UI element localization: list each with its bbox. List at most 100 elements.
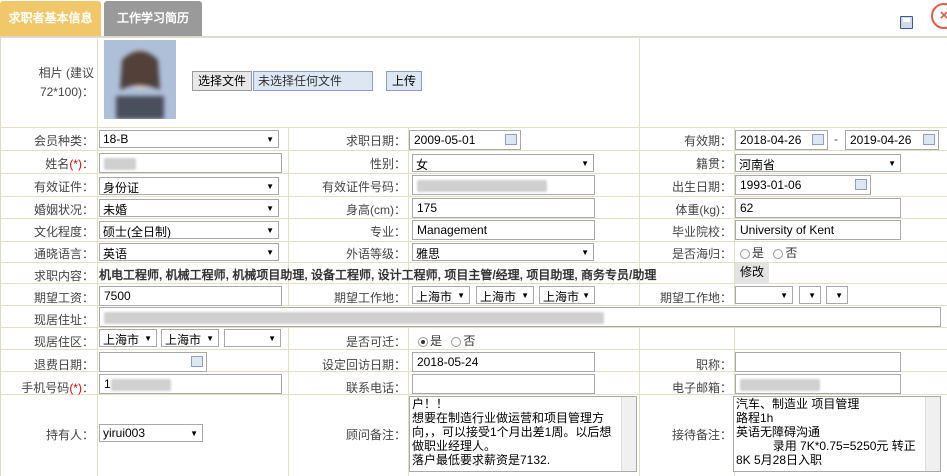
district-area-select[interactable]: ▼ — [224, 329, 281, 347]
tab-bar: 求职者基本信息 工作学习简历 × — [0, 0, 947, 37]
holder-select[interactable]: yirui003 ▼ — [99, 424, 203, 442]
relocate-radios: 是 否 — [418, 332, 475, 349]
weight-input[interactable]: 62 — [735, 198, 901, 218]
close-icon[interactable]: × — [931, 3, 947, 29]
calendar-icon[interactable] — [855, 179, 867, 190]
major-input[interactable]: Management — [412, 220, 595, 240]
consultant-notes-textarea[interactable]: 户！！ 想要在制造行业做运营和项目管理方向，，可以接受1个月出差1周。以后想做职… — [409, 396, 637, 472]
id-number-label: 有效证件号码： — [321, 180, 406, 194]
language-select[interactable]: 英语 ▼ — [99, 243, 279, 261]
tab-resume[interactable]: 工作学习简历 — [104, 1, 202, 36]
mobile-label: 手机号码(*)： — [21, 381, 94, 395]
member-type-label: 会员种类： — [33, 134, 94, 148]
refund-date-input[interactable] — [99, 352, 207, 372]
workplace2-district-select[interactable]: ▼ — [826, 286, 848, 304]
upload-button[interactable]: 上传 — [386, 71, 422, 91]
email-input[interactable] — [735, 374, 901, 394]
job-content-text: 机电工程师, 机械工程师, 机械项目助理, 设备工程师, 设计工程师, 项目主管… — [99, 268, 657, 282]
edit-job-content-button[interactable]: 修改 — [735, 263, 769, 284]
education-select[interactable]: 硕士(全日制) ▼ — [99, 221, 279, 239]
workplace-district-select[interactable]: 上海市 ▼ — [539, 286, 595, 304]
member-type-select[interactable]: 18-B ▼ — [99, 130, 279, 148]
phone-label: 联系电话： — [345, 381, 406, 395]
job-date-label: 求职日期： — [345, 134, 406, 148]
choose-file-button[interactable]: 选择文件 — [192, 71, 252, 91]
workplace2-label: 期望工作地： — [659, 291, 732, 305]
overseas-no-radio[interactable] — [773, 248, 784, 259]
overseas-label: 是否海归： — [671, 247, 732, 261]
calendar-icon[interactable] — [505, 134, 517, 145]
visit-date-label: 设定回访日期： — [321, 358, 406, 372]
photo-label: 相片 (建议 72*100)： — [38, 66, 94, 99]
id-number-input[interactable] — [412, 175, 595, 195]
id-type-select[interactable]: 身份证 ▼ — [99, 177, 279, 195]
gender-select[interactable]: 女 ▼ — [412, 154, 594, 172]
id-type-label: 有效证件： — [33, 180, 94, 194]
salary-input[interactable]: 7500 — [99, 286, 282, 306]
chevron-down-icon: ▼ — [808, 291, 816, 300]
address-input[interactable] — [99, 307, 941, 327]
job-date-input[interactable]: 2009-05-01 — [409, 130, 521, 150]
reception-notes-textarea[interactable]: 汽车、制造业 项目管理 路程1h 英语无障碍沟通 录用 7K*0.75=5250… — [733, 396, 941, 472]
birth-date-input[interactable]: 1993-01-06 — [735, 175, 871, 195]
validity-label: 有效期： — [683, 134, 732, 148]
chevron-down-icon: ▼ — [190, 429, 198, 438]
marital-select[interactable]: 未婚 ▼ — [99, 199, 279, 217]
foreign-level-select[interactable]: 雅思 ▼ — [412, 243, 594, 261]
email-label: 电子邮箱： — [671, 381, 732, 395]
chevron-down-icon: ▼ — [144, 334, 152, 343]
chevron-down-icon: ▼ — [582, 291, 590, 300]
relocate-yes-radio[interactable] — [418, 336, 428, 347]
chevron-down-icon: ▼ — [581, 248, 589, 257]
school-input[interactable]: University of Kent — [735, 220, 901, 240]
gender-label: 性别： — [369, 157, 406, 171]
height-label: 身高(cm)： — [346, 203, 406, 217]
file-status: 未选择任何文件 — [253, 71, 373, 91]
marital-label: 婚姻状况： — [33, 203, 94, 217]
calendar-icon[interactable] — [191, 356, 203, 367]
workplace2-city-select[interactable]: ▼ — [799, 286, 821, 304]
chevron-down-icon: ▼ — [268, 334, 276, 343]
chevron-down-icon: ▼ — [780, 291, 788, 300]
mobile-input[interactable]: 1 — [99, 374, 282, 394]
validity-to-input[interactable]: 2019-04-26 — [845, 130, 939, 150]
major-label: 专业： — [369, 225, 406, 239]
title-label: 职称： — [695, 358, 732, 372]
language-label: 通晓语言： — [33, 247, 94, 261]
title-input[interactable] — [735, 352, 901, 372]
phone-input[interactable] — [412, 374, 595, 394]
chevron-down-icon: ▼ — [457, 291, 465, 300]
chevron-down-icon: ▼ — [521, 291, 529, 300]
address-label: 现居住址： — [33, 313, 94, 327]
chevron-down-icon: ▼ — [206, 334, 214, 343]
overseas-radios: 是 否 — [740, 244, 797, 261]
native-place-select[interactable]: 河南省 ▼ — [735, 154, 901, 172]
save-icon[interactable] — [900, 16, 913, 29]
chevron-down-icon: ▼ — [266, 204, 274, 213]
scrollbar[interactable] — [925, 397, 940, 471]
overseas-yes-radio[interactable] — [740, 248, 750, 259]
tab-basic-info[interactable]: 求职者基本信息 — [0, 1, 101, 36]
chevron-down-icon: ▼ — [266, 135, 274, 144]
workplace-province-select[interactable]: 上海市 ▼ — [412, 286, 470, 304]
district-province-select[interactable]: 上海市 ▼ — [99, 329, 157, 347]
height-input[interactable]: 175 — [412, 198, 595, 218]
district-label: 现居住区： — [33, 335, 94, 349]
birth-date-label: 出生日期： — [671, 180, 732, 194]
name-label: 姓名(*)： — [45, 157, 94, 171]
holder-label: 持有人： — [45, 428, 94, 442]
chevron-down-icon: ▼ — [888, 159, 896, 168]
workplace2-province-select[interactable]: ▼ — [735, 286, 793, 304]
native-place-label: 籍贯： — [695, 157, 732, 171]
relocate-no-radio[interactable] — [451, 336, 462, 347]
weight-label: 体重(kg)： — [675, 203, 732, 217]
calendar-icon[interactable] — [923, 134, 935, 145]
district-city-select[interactable]: 上海市 ▼ — [161, 329, 219, 347]
name-input[interactable] — [99, 153, 282, 173]
visit-date-input[interactable]: 2018-05-24 — [412, 352, 595, 372]
validity-from-input[interactable]: 2018-04-26 — [735, 130, 828, 150]
scrollbar[interactable] — [621, 397, 636, 471]
workplace-city-select[interactable]: 上海市 ▼ — [476, 286, 534, 304]
validity-separator: - — [834, 132, 838, 146]
calendar-icon[interactable] — [812, 134, 824, 145]
